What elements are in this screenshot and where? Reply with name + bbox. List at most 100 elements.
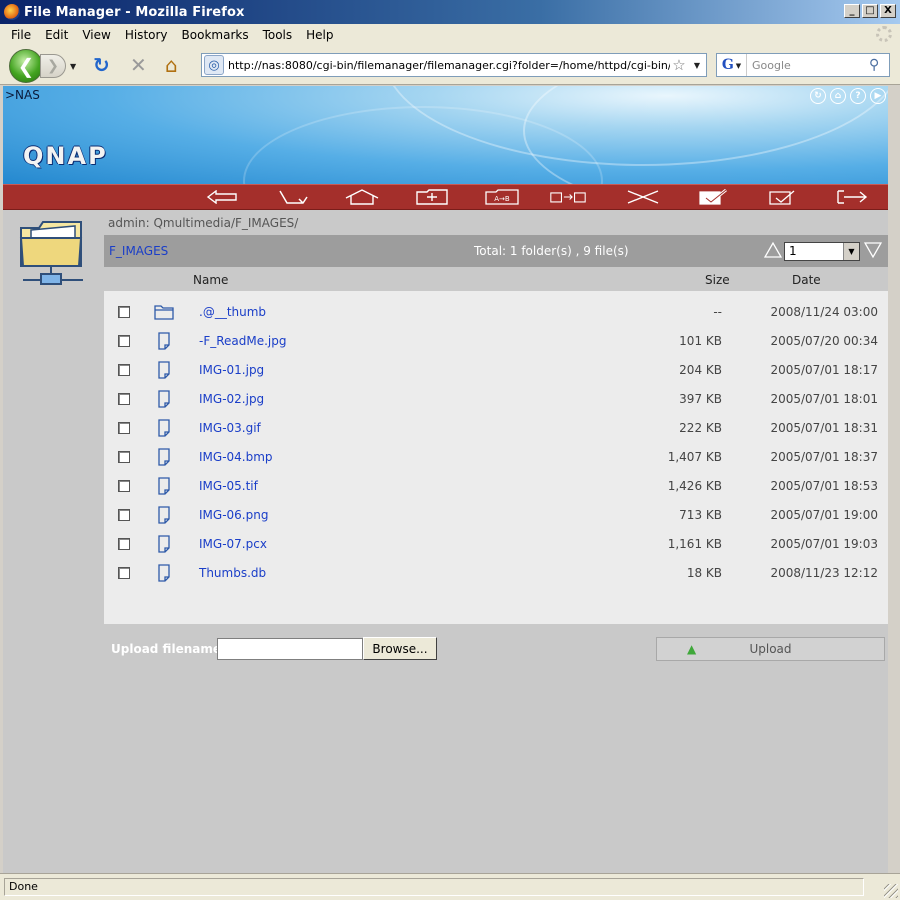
search-bar[interactable]: G ▼ Google ⚲ [716, 53, 890, 77]
menu-history[interactable]: History [118, 28, 175, 42]
search-input[interactable]: Google [747, 59, 869, 72]
upload-label: Upload filename: [111, 642, 226, 656]
logout-button[interactable] [835, 188, 871, 206]
cut-button[interactable] [625, 188, 661, 206]
upload-filename-input[interactable] [217, 638, 363, 660]
reload-icon[interactable]: ↻ [93, 55, 110, 75]
menu-file[interactable]: File [4, 28, 38, 42]
row-checkbox[interactable] [118, 538, 130, 550]
file-name-link[interactable]: IMG-07.pcx [199, 537, 267, 551]
row-checkbox[interactable] [118, 422, 130, 434]
upload-area: Upload filename: Browse... ▲ Upload [3, 624, 888, 684]
menu-tools[interactable]: Tools [256, 28, 300, 42]
file-row[interactable]: IMG-07.pcx 1,161 KB 2005/07/01 19:03 [104, 529, 888, 558]
home-folder-button[interactable] [344, 188, 380, 206]
file-name-link[interactable]: IMG-03.gif [199, 421, 261, 435]
file-row[interactable]: IMG-06.png 713 KB 2005/07/01 19:00 [104, 500, 888, 529]
file-row[interactable]: Thumbs.db 18 KB 2008/11/23 12:12 [104, 558, 888, 587]
file-row[interactable]: IMG-04.bmp 1,407 KB 2005/07/01 18:37 [104, 442, 888, 471]
home-icon[interactable]: ⌂ [830, 88, 846, 104]
file-size: 222 KB [679, 421, 722, 435]
file-name-link[interactable]: IMG-04.bmp [199, 450, 273, 464]
file-date: 2005/07/01 19:03 [770, 537, 878, 551]
new-folder-button[interactable] [414, 188, 450, 206]
row-checkbox[interactable] [118, 509, 130, 521]
minimize-button[interactable]: _ [844, 4, 860, 18]
menu-help[interactable]: Help [299, 28, 340, 42]
file-size: 397 KB [679, 392, 722, 406]
next-icon[interactable]: ▶ [870, 88, 886, 104]
bookmark-star-icon[interactable]: ☆ [670, 56, 688, 74]
file-row[interactable]: IMG-02.jpg 397 KB 2005/07/01 18:01 [104, 384, 888, 413]
current-folder-link[interactable]: F_IMAGES [109, 244, 168, 258]
folder-icon [154, 305, 174, 320]
history-dropdown-icon[interactable]: ▼ [70, 62, 76, 71]
site-identity-icon[interactable]: ◎ [204, 55, 224, 75]
select-all-button[interactable] [695, 188, 731, 206]
row-checkbox[interactable] [118, 306, 130, 318]
page-number: 1 [789, 244, 797, 258]
scissors-icon [627, 190, 659, 204]
file-row[interactable]: -F_ReadMe.jpg 101 KB 2005/07/20 00:34 [104, 326, 888, 355]
page-down-icon[interactable] [864, 241, 882, 259]
deselect-button[interactable] [765, 188, 801, 206]
menu-view[interactable]: View [75, 28, 117, 42]
column-size[interactable]: Size [705, 273, 730, 287]
row-checkbox[interactable] [118, 335, 130, 347]
search-icon[interactable]: ⚲ [869, 57, 889, 73]
file-name-link[interactable]: IMG-01.jpg [199, 363, 264, 377]
browse-button[interactable]: Browse... [363, 637, 437, 660]
file-row[interactable]: IMG-05.tif 1,426 KB 2005/07/01 18:53 [104, 471, 888, 500]
file-name-link[interactable]: .@__thumb [199, 305, 266, 319]
forward-button[interactable]: ❯ [40, 54, 66, 78]
file-name-link[interactable]: Thumbs.db [199, 566, 266, 580]
row-checkbox[interactable] [118, 451, 130, 463]
move-button[interactable] [550, 188, 586, 206]
url-text[interactable]: http://nas:8080/cgi-bin/filemanager/file… [228, 59, 670, 72]
menu-edit[interactable]: Edit [38, 28, 75, 42]
breadcrumb: admin: Qmultimedia/F_IMAGES/ [108, 216, 299, 230]
address-bar[interactable]: ◎ http://nas:8080/cgi-bin/filemanager/fi… [201, 53, 707, 77]
file-name-link[interactable]: IMG-02.jpg [199, 392, 264, 406]
row-checkbox[interactable] [118, 480, 130, 492]
file-row[interactable]: IMG-01.jpg 204 KB 2005/07/01 18:17 [104, 355, 888, 384]
file-row[interactable]: .@__thumb -- 2008/11/24 03:00 [104, 297, 888, 326]
upload-button[interactable]: ▲ Upload [656, 637, 885, 661]
resize-grip-icon[interactable] [884, 884, 898, 898]
refresh-icon[interactable]: ↻ [810, 88, 826, 104]
close-button[interactable]: X [880, 4, 896, 18]
url-dropdown-icon[interactable]: ▼ [688, 61, 706, 70]
file-list: .@__thumb -- 2008/11/24 03:00 -F_ReadMe.… [104, 291, 888, 624]
firefox-icon [4, 4, 20, 20]
column-date[interactable]: Date [792, 273, 821, 287]
status-text: Done [4, 878, 864, 896]
page-up-icon[interactable] [764, 241, 782, 259]
menu-bookmarks[interactable]: Bookmarks [175, 28, 256, 42]
row-checkbox[interactable] [118, 393, 130, 405]
file-row[interactable]: IMG-03.gif 222 KB 2005/07/01 18:31 [104, 413, 888, 442]
column-name[interactable]: Name [193, 273, 228, 287]
file-icon [158, 477, 170, 495]
folder-header: F_IMAGES Total: 1 folder(s) , 9 file(s) … [104, 235, 888, 267]
search-engine-icon[interactable]: G ▼ [717, 54, 747, 76]
row-checkbox[interactable] [118, 364, 130, 376]
file-name-link[interactable]: -F_ReadMe.jpg [199, 334, 287, 348]
file-size: 18 KB [686, 566, 722, 580]
file-date: 2005/07/01 18:31 [770, 421, 878, 435]
nas-label[interactable]: >NAS [5, 88, 40, 102]
file-name-link[interactable]: IMG-06.png [199, 508, 268, 522]
back-button[interactable]: ❮ [9, 49, 43, 83]
up-level-button[interactable] [275, 188, 311, 206]
maximize-button[interactable]: □ [862, 4, 878, 18]
banner-icons: ↻ ⌂ ? ▶ [810, 88, 886, 104]
back-action-button[interactable] [204, 188, 240, 206]
menu-bar: File Edit View History Bookmarks Tools H… [0, 24, 900, 45]
page-select[interactable]: 1 ▼ [784, 242, 860, 261]
stop-icon[interactable]: ✕ [130, 55, 147, 75]
file-name-link[interactable]: IMG-05.tif [199, 479, 258, 493]
help-icon[interactable]: ? [850, 88, 866, 104]
chevron-down-icon[interactable]: ▼ [843, 243, 859, 260]
row-checkbox[interactable] [118, 567, 130, 579]
home-icon[interactable]: ⌂ [165, 55, 178, 75]
rename-button[interactable]: A→B [484, 188, 520, 206]
